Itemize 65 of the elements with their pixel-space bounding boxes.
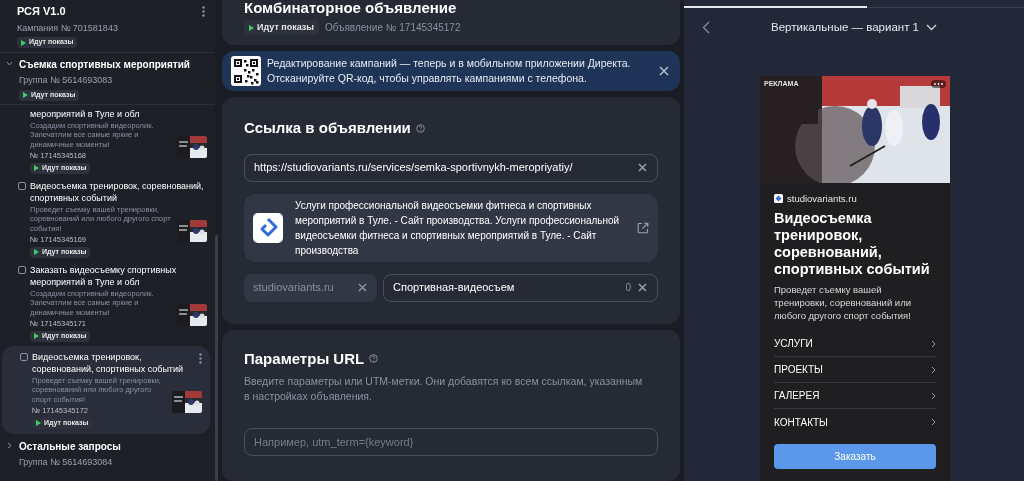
- play-icon: [23, 92, 28, 98]
- ad-heading: Комбинаторное объявление: [244, 0, 458, 16]
- group-number: Группа № 5614693083: [19, 74, 114, 87]
- checkbox[interactable]: [20, 352, 28, 361]
- group-title[interactable]: Съемка спортивных мероприятий: [19, 57, 190, 72]
- ad-title: Видеосъемка тренировок, соревнований, спортивных событий: [32, 350, 185, 375]
- more-icon: [199, 352, 202, 364]
- section-title: Ссылка в объявлении: [244, 118, 411, 138]
- url-field[interactable]: https://studiovariants.ru/services/semka-sportivnykh-meropriyatiy/: [244, 153, 658, 182]
- campaign-number: Кампания № 701581843: [17, 21, 119, 35]
- site-logo-icon: [774, 194, 783, 204]
- banner-text: Редактирование кампаний — теперь и в мобильном приложении Директа. Отсканируйте QR-код, чтобы управлять кампаниями с телефона.: [267, 56, 632, 86]
- help-icon: [369, 354, 379, 364]
- group-number: Группа № 5614693084: [19, 455, 114, 469]
- sitelink[interactable]: ГАЛЕРЕЯ: [774, 383, 936, 409]
- variant-dropdown[interactable]: Вертикальные — вариант 1: [712, 18, 1006, 36]
- url-params-field[interactable]: Например, utm_term={keyword}: [244, 428, 658, 456]
- clear-icon: [637, 282, 648, 293]
- ad-domain: studiovariants.ru: [787, 191, 857, 206]
- ad-number: Объявление № 17145345172: [325, 21, 461, 35]
- clear-icon: [637, 162, 648, 173]
- close-button[interactable]: [657, 64, 671, 78]
- checkbox[interactable]: [18, 181, 26, 190]
- more-icon: [202, 5, 205, 17]
- play-icon: [34, 249, 39, 255]
- play-icon: [21, 39, 26, 46]
- chevron-right-icon[interactable]: [6, 441, 13, 449]
- section-title: Параметры URL: [244, 348, 365, 369]
- chevron-down-icon: [926, 23, 937, 31]
- ad-text: Проведет съемку вашей тренировки, соревнований или любого другого спорт события!: [774, 283, 912, 322]
- checkbox[interactable]: [18, 265, 26, 274]
- ad-title: Видеосъемка тренировок, соревнований, спортивных событий: [30, 179, 205, 204]
- chevron-down-icon[interactable]: [6, 60, 13, 67]
- play-icon: [36, 420, 41, 426]
- external-link-icon: [637, 221, 649, 234]
- chevron-right-icon: [931, 418, 936, 426]
- clear-icon: [658, 65, 670, 77]
- group-title[interactable]: Остальные запросы: [19, 438, 121, 454]
- qr-code-icon: [231, 56, 261, 86]
- clear-icon: [357, 282, 368, 293]
- sitelink[interactable]: ПРОЕКТЫ: [774, 357, 936, 383]
- ad-headline: Видеосъемка тренировок, соревнований, спортивных событий: [774, 210, 931, 278]
- chevron-right-icon: [931, 339, 936, 348]
- status-badge: Идут показы: [244, 20, 320, 35]
- ad-title: Заказать видеосъемку спортивных мероприятий в Туле и обл: [30, 263, 178, 288]
- display-path-field[interactable]: Спортивная-видеосъем 0: [383, 273, 658, 302]
- play-icon: [34, 333, 39, 339]
- play-icon: [34, 165, 39, 171]
- domain-field[interactable]: studiovariants.ru: [244, 273, 377, 302]
- character-counter: 0: [625, 281, 631, 295]
- sitelink[interactable]: КОНТАКТЫ: [774, 409, 936, 435]
- ad-title: мероприятий в Туле и обл: [30, 107, 141, 120]
- play-icon: [249, 24, 254, 31]
- chevron-right-icon: [931, 391, 936, 400]
- tab-indicator[interactable]: [684, 5, 867, 8]
- site-description: Услуги профессиональной видеосъемки фитнеса и спортивных мероприятий в Туле. - Сайт производства. Услуги профессиональной видеосъемки фитнеса и спортивных мероприятий в Туле. - Сайт производства: [295, 198, 621, 258]
- sitelink[interactable]: УСЛУГИ: [774, 331, 936, 357]
- more-icon[interactable]: [931, 79, 946, 88]
- back-button[interactable]: [702, 20, 712, 35]
- site-logo-icon: [253, 212, 283, 243]
- chevron-left-icon: [702, 20, 710, 34]
- help-icon: [415, 123, 425, 133]
- section-description: Введите параметры или UTM-метки. Они добавятся ко всем ссылкам, указанным в настройках объявления.: [244, 374, 644, 404]
- chevron-right-icon: [931, 365, 936, 374]
- campaign-title[interactable]: РСЯ V1.0: [17, 3, 66, 20]
